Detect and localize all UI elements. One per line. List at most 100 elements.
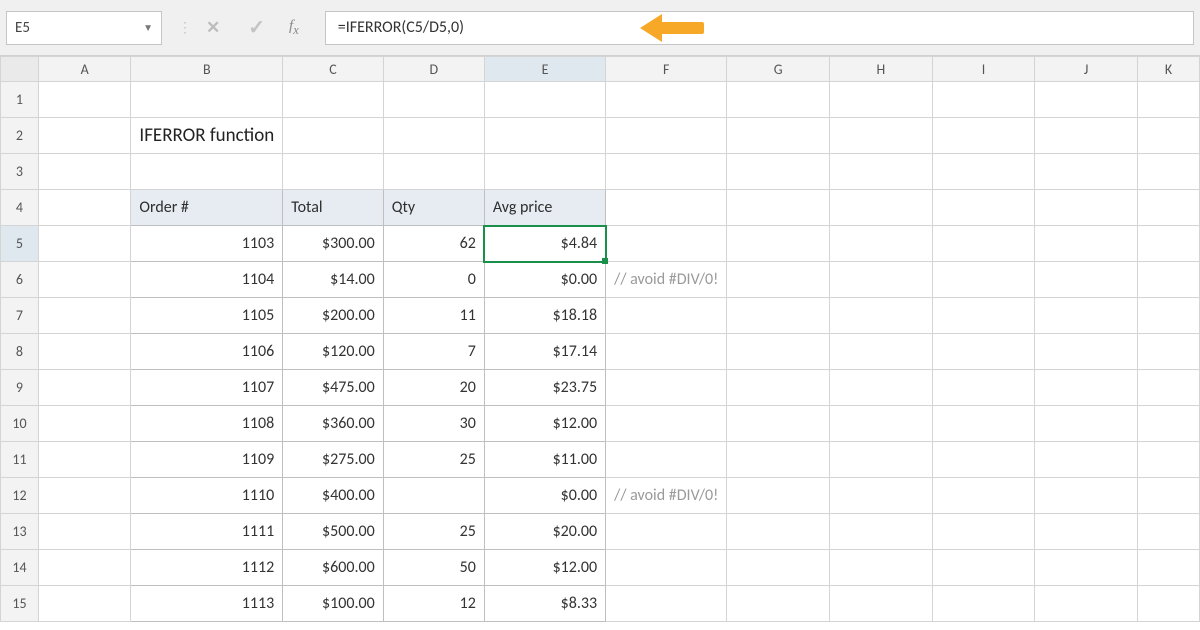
cell[interactable] [727,406,830,442]
row-header[interactable]: 9 [1,370,39,406]
cell[interactable] [38,82,130,118]
cell[interactable] [727,82,830,118]
cell[interactable] [1137,550,1199,586]
table-header[interactable]: Order # [131,190,283,226]
row-header[interactable]: 12 [1,478,39,514]
cell[interactable]: $12.00 [484,406,605,442]
cell[interactable]: $300.00 [283,226,383,262]
cell[interactable] [830,586,933,622]
col-header-I[interactable]: I [932,57,1035,82]
cell[interactable] [1137,406,1199,442]
cell[interactable] [830,82,933,118]
cell[interactable] [1035,298,1138,334]
row-header[interactable]: 2 [1,118,39,154]
cell[interactable] [830,190,933,226]
row-header[interactable]: 15 [1,586,39,622]
cell[interactable]: 1111 [131,514,283,550]
cell[interactable] [932,478,1035,514]
cell[interactable]: $500.00 [283,514,383,550]
cell[interactable] [932,586,1035,622]
cell[interactable] [606,514,727,550]
cell[interactable]: 30 [383,406,484,442]
cell[interactable]: 1106 [131,334,283,370]
col-header-F[interactable]: F [606,57,727,82]
cell[interactable] [1035,550,1138,586]
cell[interactable] [830,262,933,298]
cell[interactable] [131,82,283,118]
cell[interactable] [606,154,727,190]
cell[interactable] [38,334,130,370]
cell[interactable] [383,478,484,514]
row-header[interactable]: 14 [1,550,39,586]
cell[interactable]: 1108 [131,406,283,442]
cell[interactable] [1035,514,1138,550]
cell[interactable] [38,550,130,586]
cell[interactable]: $12.00 [484,550,605,586]
cell[interactable] [38,406,130,442]
cell[interactable] [727,190,830,226]
cell[interactable] [383,154,484,190]
cell[interactable] [932,442,1035,478]
cell[interactable]: $0.00 [484,262,605,298]
cell[interactable] [1035,478,1138,514]
cell[interactable] [38,118,130,154]
cell[interactable] [1035,154,1138,190]
cell[interactable]: $275.00 [283,442,383,478]
cell[interactable]: $11.00 [484,442,605,478]
cell[interactable] [1035,442,1138,478]
cell[interactable]: 1110 [131,478,283,514]
cell[interactable] [830,154,933,190]
col-header-H[interactable]: H [830,57,933,82]
cell[interactable]: $8.33 [484,586,605,622]
cell[interactable]: 7 [383,334,484,370]
cell[interactable] [38,298,130,334]
cell[interactable] [1137,118,1199,154]
cell[interactable] [932,334,1035,370]
cell[interactable]: 1112 [131,550,283,586]
select-all-corner[interactable] [1,57,39,82]
cell[interactable] [727,514,830,550]
cell[interactable] [727,118,830,154]
cell[interactable]: 1109 [131,442,283,478]
row-header[interactable]: 10 [1,406,39,442]
col-header-K[interactable]: K [1137,57,1199,82]
cell[interactable] [1035,262,1138,298]
cell[interactable]: $18.18 [484,298,605,334]
cell[interactable]: 0 [383,262,484,298]
cell[interactable] [1137,370,1199,406]
cell[interactable] [1137,586,1199,622]
cell[interactable] [727,334,830,370]
col-header-B[interactable]: B [131,57,283,82]
row-header[interactable]: 13 [1,514,39,550]
cell[interactable] [830,226,933,262]
cancel-icon[interactable]: ✕ [206,17,220,38]
cell[interactable]: 25 [383,442,484,478]
cell[interactable] [727,442,830,478]
dropdown-icon[interactable]: ▼ [143,21,153,34]
cell[interactable] [727,298,830,334]
cell[interactable] [606,406,727,442]
cell[interactable]: 1104 [131,262,283,298]
table-header[interactable]: Avg price [484,190,605,226]
cell[interactable]: 12 [383,586,484,622]
cell[interactable] [131,154,283,190]
cell[interactable] [38,262,130,298]
cell[interactable] [1035,82,1138,118]
col-header-G[interactable]: G [727,57,830,82]
cell[interactable]: 1105 [131,298,283,334]
cell[interactable] [1137,262,1199,298]
cell[interactable] [383,118,484,154]
cell[interactable] [830,406,933,442]
cell[interactable] [1137,190,1199,226]
cell[interactable] [38,190,130,226]
cell[interactable]: 62 [383,226,484,262]
cell[interactable] [606,442,727,478]
cell[interactable] [727,586,830,622]
cell[interactable] [38,226,130,262]
cell[interactable]: $14.00 [283,262,383,298]
resize-handle-icon[interactable]: ⋮ [178,19,192,36]
cell[interactable]: $0.00 [484,478,605,514]
cell[interactable] [932,226,1035,262]
cell[interactable] [484,154,605,190]
cell[interactable] [1035,370,1138,406]
